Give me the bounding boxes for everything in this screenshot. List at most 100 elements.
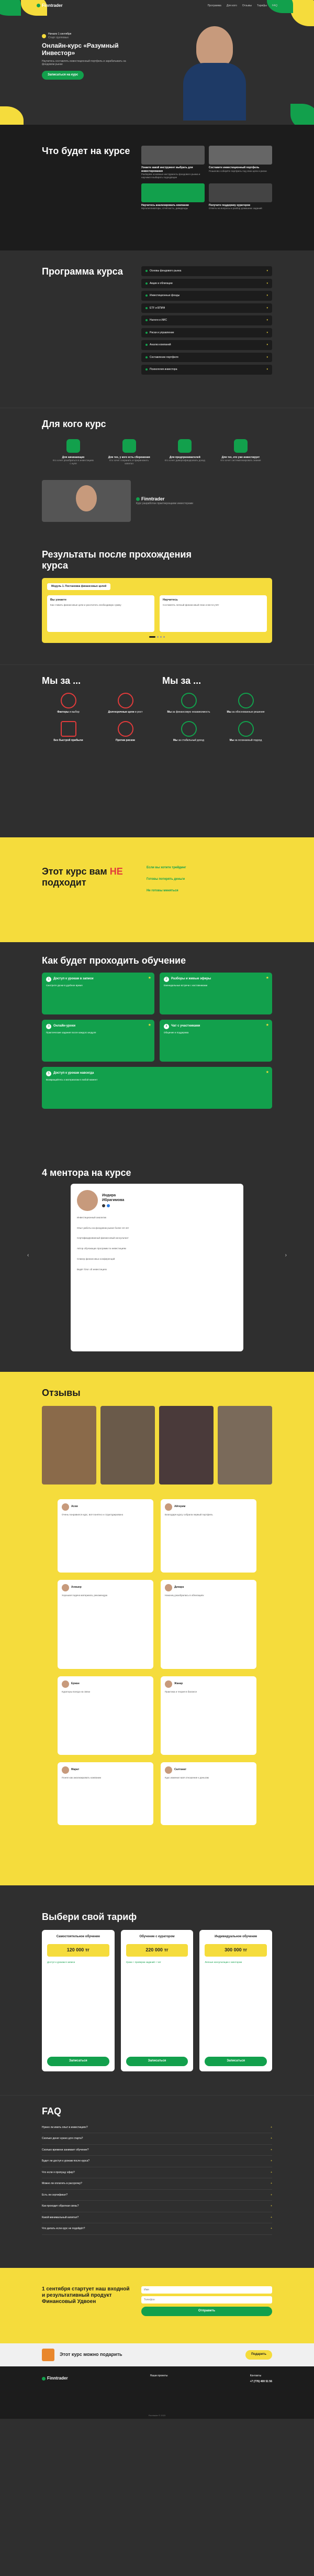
faq-item[interactable]: Сколько времени занимает обучение? + [42,2145,272,2156]
video-reviews [42,1405,272,1485]
faq-item[interactable]: Нужно ли иметь опыт в инвестициях? + [42,2122,272,2134]
gift-icon [42,2349,54,2361]
nav-item[interactable]: FAQ [272,4,277,8]
section-title: 4 ментора на курсе [42,1167,131,1178]
faq-item[interactable]: Можно ли оплатить в рассрочку? + [42,2178,272,2190]
check-icon [238,692,254,708]
plus-icon: + [271,2159,272,2163]
about-image [209,183,272,202]
arrow-left-icon[interactable]: ‹ [27,1252,29,1259]
calendar-icon [42,34,46,38]
program-item[interactable]: Психология инвестора ▾ [141,365,272,375]
forbidden-icon [117,692,133,708]
about-image [209,146,272,165]
plus-icon: + [271,2125,272,2129]
about-item: Научитесь анализировать компании Мультип… [141,183,205,210]
faq-item[interactable]: Как проходит обратная связь? + [42,2201,272,2212]
how-grid: 1 Доступ к урокам в записи Смотрите уроки … [42,972,272,1109]
tariffs-section: Выбери свой тариф Самостоятельное обучен… [0,1885,314,2095]
nav-item[interactable]: Тарифы [257,4,267,8]
video-thumbnail[interactable] [218,1405,272,1485]
faq-item[interactable]: Что если я пропущу эфир? + [42,2167,272,2179]
plus-icon: + [271,2137,272,2141]
avatar [77,1189,98,1211]
plus-icon: + [271,2182,272,2186]
how-card: 1 Доступ к урокам в записи Смотрите уроки … [42,972,154,1014]
name-input[interactable] [141,2286,272,2294]
review-card: Динара Наконец разобралась в облигациях [161,1579,256,1669]
nav-item[interactable]: Отзывы [242,4,252,8]
faq-item[interactable]: Сколько денег нужно для старта? + [42,2133,272,2145]
mentor-card: Индира Ибрагимова Инвестиционный аналити… [71,1183,243,1351]
program-item[interactable]: Риски и управление ▾ [141,328,272,337]
value-item: Мы за обоснованные решения [219,692,272,714]
program-item[interactable]: Составление портфеля ▾ [141,352,272,362]
video-thumbnail[interactable] [159,1405,214,1485]
footer-logo[interactable]: Finntrader [42,2374,68,2383]
nav-item[interactable]: Для кого [227,4,237,8]
logo[interactable]: Finntrader [37,3,63,8]
leaf-decoration [0,0,21,16]
program-item[interactable]: Анализ компаний ▾ [141,340,272,350]
chevron-down-icon: ▾ [266,331,268,334]
how-card: 4 Чат с участниками Общение и поддержка ★ [160,1019,272,1062]
star-icon: ★ [265,976,269,980]
hero-subtitle: Научитесь составлять инвестиционный порт… [42,59,126,67]
nav-menu: Программа Для кого Отзывы Тарифы FAQ [208,4,277,8]
plus-icon: + [271,2148,272,2152]
phone-input[interactable] [141,2296,272,2304]
faq-item[interactable]: Что делать если курс не подойдёт? + [42,2223,272,2235]
how-section: Как будет проходить обучение 1 Доступ к у… [0,942,314,1162]
results-section: Результаты после прохождения курса Модул… [0,533,314,664]
nav-item[interactable]: Программа [208,4,221,8]
hero-photo [183,16,246,121]
review-card: Жанар Практика и теория в балансе [161,1676,256,1755]
avatar [165,1584,172,1591]
submit-button[interactable]: Отправить [141,2307,272,2316]
program-item[interactable]: Налоги и ИИС ▾ [141,315,272,325]
program-item[interactable]: Основы фондового рынка ▾ [141,266,272,276]
telegram-icon[interactable] [107,1204,110,1208]
result-card: Научитесь Составлять личный финансовый пл… [160,595,267,632]
tariff-card: Индивидуальное обучение 300 000 тг Личные … [199,1929,273,2071]
value-item: Без быстрой прибыли [42,721,95,743]
faq-item[interactable]: Будет ли доступ к урокам после курса? + [42,2156,272,2167]
program-item[interactable]: Акции и облигации ▾ [141,278,272,288]
chevron-down-icon: ▾ [266,306,268,310]
program-item[interactable]: ETF и БПИФ ▾ [141,303,272,313]
result-card: Вы узнаете Как ставить финансовые цели и … [47,595,154,632]
section-title: Программа курса [42,266,123,277]
tariff-button[interactable]: Записаться [47,2056,109,2066]
chart-icon [233,439,248,453]
enroll-button[interactable]: Записаться на курс [42,70,84,80]
growth-icon [181,692,197,708]
avatar [62,1584,69,1591]
leaf-decoration [290,104,314,125]
faq-item[interactable]: Какой минимальный капитал? + [42,2212,272,2224]
arrow-right-icon[interactable]: › [285,1252,287,1259]
tariff-button[interactable]: Записаться [126,2056,188,2066]
instagram-icon[interactable] [102,1204,105,1208]
signup-title: 1 сентября стартует наш входной и резуль… [42,2286,130,2305]
star-icon: ★ [148,1023,151,1027]
pagination-dots[interactable] [47,636,267,638]
avatar [62,1680,69,1688]
footer-contacts: Контакты +7 (776) 400 51 56 [250,2374,272,2383]
module-tab[interactable]: Модуль 1. Постановка финансовых целей [47,583,111,590]
value-item: Долгосрочные цели и рост [99,692,152,714]
warning-icon [117,721,133,737]
video-thumbnail[interactable] [100,1405,155,1485]
plus-icon: + [271,2193,272,2197]
gift-button[interactable]: Подарить [245,2350,272,2360]
video-thumbnail[interactable] [42,1405,96,1485]
chevron-down-icon: ▾ [266,281,268,285]
tariff-button[interactable]: Записаться [205,2056,267,2066]
plus-icon: + [271,2215,272,2219]
suit [183,63,246,121]
chevron-down-icon: ▾ [266,355,268,359]
brain-icon [238,721,254,737]
program-item[interactable]: Инвестиционные фонды ▾ [141,291,272,301]
faq-item[interactable]: Есть ли сертификат? + [42,2190,272,2201]
footer-projects[interactable]: Наши проекты [150,2374,168,2383]
hero-section: Finntrader Программа Для кого Отзывы Тар… [0,0,314,125]
